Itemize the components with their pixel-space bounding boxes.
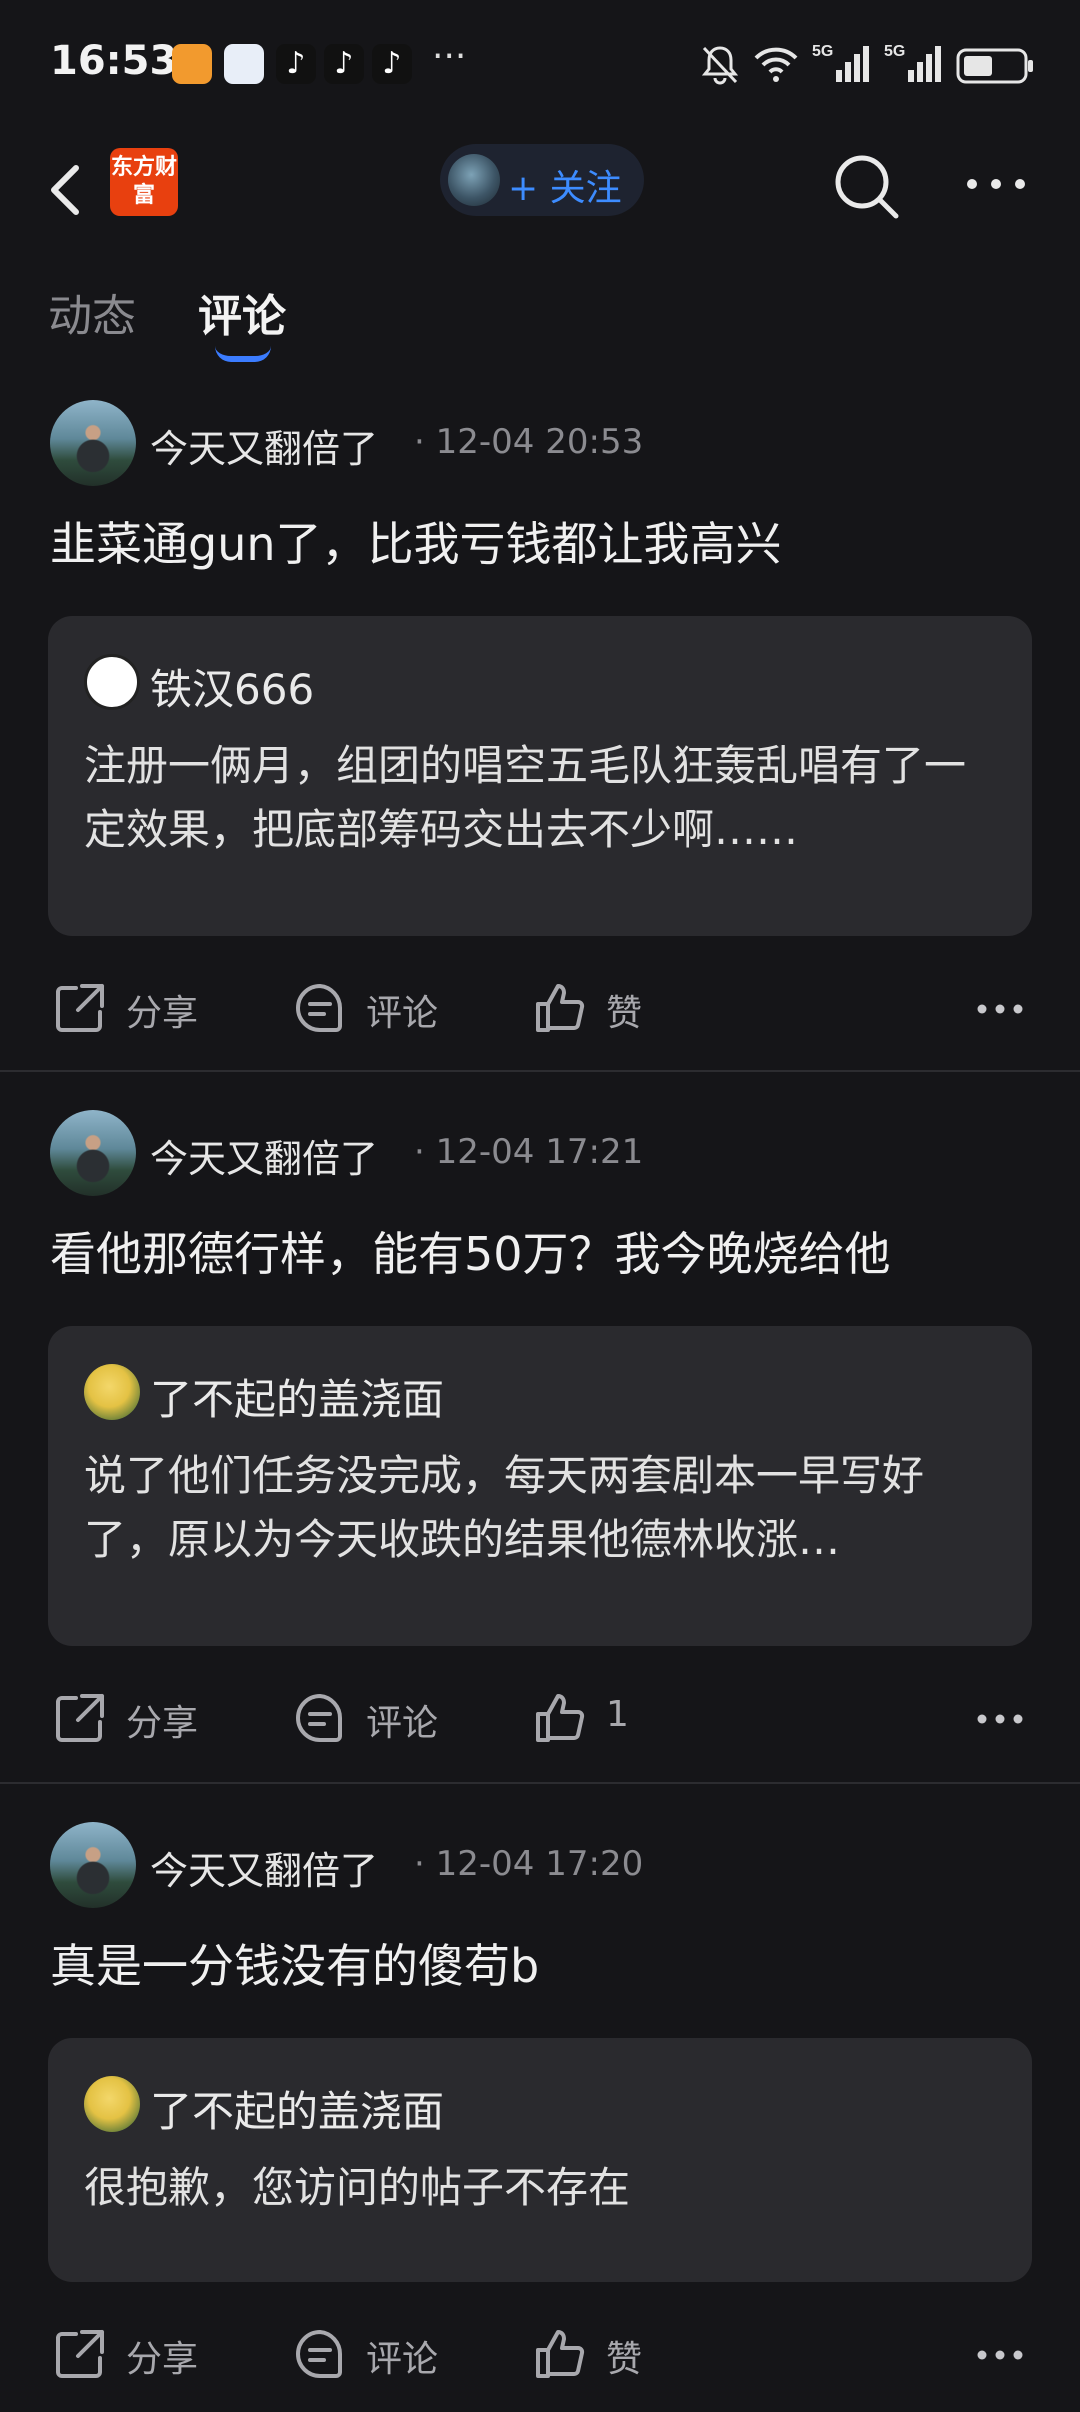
quoted-author: 了不起的盖浇面 — [150, 2087, 445, 2136]
username[interactable]: 今天又翻倍了 — [150, 1840, 378, 1895]
avatar — [448, 154, 500, 206]
comment-label: 评论 — [366, 1703, 439, 1744]
qq-penguin-icon — [84, 654, 140, 710]
like-button[interactable]: 1 — [532, 1670, 692, 1760]
comment-icon — [296, 2329, 343, 2378]
post-time: · 12-04 17:21 — [414, 1132, 644, 1172]
quoted-post-card[interactable]: 铁汉666 注册一俩月，组团的唱空五毛队狂轰乱唱有了一定效果，把底部筹码交出去不… — [48, 616, 1032, 936]
comment-button[interactable]: 评论 — [292, 960, 452, 1050]
share-button[interactable]: 分享 — [52, 960, 212, 1050]
comment-button[interactable]: 评论 — [292, 1670, 452, 1760]
action-bar: 分享 评论 赞 — [0, 960, 1080, 1050]
status-bar: 16:53 ♪ ♪ ♪ ··· 5G 5G — [0, 0, 1080, 130]
signal-5g-icon: 5G — [884, 43, 941, 82]
more-notifications-icon: ··· — [432, 36, 467, 77]
share-label: 分享 — [126, 2339, 199, 2380]
more-options-icon[interactable] — [976, 1712, 1024, 1726]
post-content[interactable]: 韭菜通gun了，比我亏钱都让我高兴 — [50, 508, 782, 574]
like-count: 1 — [606, 1694, 629, 1735]
username[interactable]: 今天又翻倍了 — [150, 418, 378, 473]
share-label: 分享 — [126, 993, 199, 1034]
comment-label: 评论 — [366, 2339, 439, 2380]
more-options-icon[interactable] — [976, 2348, 1024, 2362]
share-icon — [56, 1694, 104, 1742]
post-time: · 12-04 20:53 — [414, 422, 644, 462]
more-options-icon[interactable] — [962, 174, 1032, 194]
quoted-author: 了不起的盖浇面 — [150, 1375, 445, 1424]
share-button[interactable]: 分享 — [52, 2306, 212, 2396]
quoted-post-card[interactable]: 了不起的盖浇面 说了他们任务没完成，每天两套剧本一早写好了，原以为今天收跌的结果… — [48, 1326, 1032, 1646]
quoted-author: 铁汉666 — [150, 665, 315, 714]
tab-dynamics[interactable]: 动态 — [48, 280, 136, 344]
share-button[interactable]: 分享 — [52, 1670, 212, 1760]
avatar[interactable] — [50, 1822, 136, 1908]
like-label: 赞 — [606, 2339, 643, 2380]
more-options-icon[interactable] — [976, 1002, 1024, 1016]
svg-text:5G: 5G — [812, 43, 833, 60]
quoted-post-card[interactable]: 了不起的盖浇面 很抱歉，您访问的帖子不存在 — [48, 2038, 1032, 2282]
battery-icon — [956, 48, 1033, 84]
comment-post: 今天又翻倍了 · 12-04 17:21 看他那德行样，能有50万？我今晚烧给他… — [0, 1110, 1080, 1760]
share-icon — [56, 984, 104, 1032]
back-arrow-icon[interactable] — [40, 150, 88, 230]
thumbs-up-icon — [536, 1694, 585, 1742]
wifi-icon — [754, 47, 798, 82]
thumbs-up-icon — [536, 2330, 585, 2378]
quoted-text: 注册一俩月，组团的唱空五毛队狂轰乱唱有了一定效果，把底部筹码交出去不少啊…… — [84, 741, 967, 854]
action-bar: 分享 评论 1 — [0, 1670, 1080, 1760]
divider — [0, 1782, 1080, 1784]
search-icon[interactable] — [828, 148, 904, 224]
app-logo[interactable]: 东方财富 — [110, 148, 178, 216]
tiktok-icon: ♪ — [324, 44, 364, 84]
comment-post: 今天又翻倍了 · 12-04 20:53 韭菜通gun了，比我亏钱都让我高兴 铁… — [0, 400, 1080, 1050]
tiktok-icon: ♪ — [372, 44, 412, 84]
avatar[interactable] — [50, 1110, 136, 1196]
active-tab-indicator — [215, 346, 271, 362]
like-label: 赞 — [606, 993, 643, 1034]
comment-icon — [296, 1693, 343, 1742]
share-label: 分享 — [126, 1703, 199, 1744]
action-bar: 分享 评论 赞 — [0, 2306, 1080, 2396]
post-time: · 12-04 17:20 — [414, 1844, 644, 1884]
tiktok-icon: ♪ — [276, 44, 316, 84]
tab-bar: 动态 评论 — [0, 260, 1080, 362]
status-time: 16:53 — [50, 38, 178, 84]
follow-label: + 关注 — [508, 168, 622, 209]
top-nav-bar: 东方财富 + 关注 — [0, 130, 1080, 250]
duck-avatar — [84, 2076, 140, 2132]
quoted-text: 很抱歉，您访问的帖子不存在 — [84, 2163, 631, 2212]
post-content[interactable]: 看他那德行样，能有50万？我今晚烧给他 — [50, 1218, 891, 1284]
app-icon — [224, 44, 264, 84]
comment-icon — [296, 983, 343, 1032]
follow-button[interactable]: + 关注 — [440, 144, 644, 216]
svg-text:5G: 5G — [884, 43, 905, 60]
share-icon — [56, 2330, 104, 2378]
thumbs-up-icon — [536, 984, 585, 1032]
post-content[interactable]: 真是一分钱没有的傻苟b — [50, 1930, 539, 1996]
like-button[interactable]: 赞 — [532, 2306, 692, 2396]
quoted-text: 说了他们任务没完成，每天两套剧本一早写好了，原以为今天收跌的结果他德林收涨… — [84, 1451, 925, 1564]
avatar[interactable] — [50, 400, 136, 486]
signal-5g-icon: 5G — [812, 43, 869, 82]
like-button[interactable]: 赞 — [532, 960, 692, 1050]
duck-avatar — [84, 1364, 140, 1420]
app-icon — [172, 44, 212, 84]
username[interactable]: 今天又翻倍了 — [150, 1128, 378, 1183]
comment-button[interactable]: 评论 — [292, 2306, 452, 2396]
divider — [0, 1070, 1080, 1072]
mute-bell-icon — [701, 46, 739, 85]
comment-post: 今天又翻倍了 · 12-04 17:20 真是一分钱没有的傻苟b 了不起的盖浇面… — [0, 1822, 1080, 2412]
comment-label: 评论 — [366, 993, 439, 1034]
tab-comments[interactable]: 评论 — [198, 280, 286, 344]
